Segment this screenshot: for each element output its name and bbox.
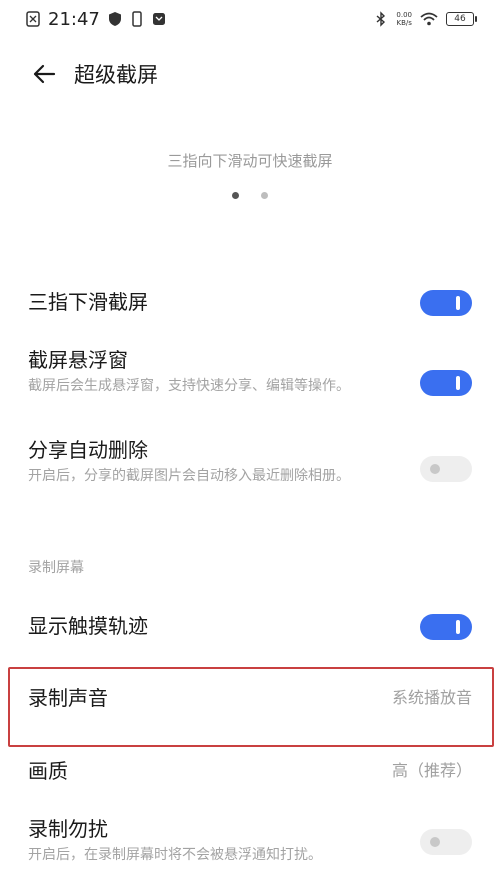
toggle-knob [456,296,460,310]
setting-floating-window[interactable]: 截屏悬浮窗 截屏后会生成悬浮窗，支持快速分享、编辑等操作。 [28,346,472,396]
record-sound-value: 系统播放音 [391,688,472,707]
dnd-toggle[interactable] [420,829,472,855]
toggle-knob [456,620,460,634]
setting-three-finger[interactable]: 三指下滑截屏 [28,288,472,316]
setting-title: 分享自动删除 [28,438,148,462]
setting-title: 画质 [28,759,68,783]
battery-icon: 46 [446,12,477,26]
setting-record-sound[interactable]: 录制声音 系统播放音 [28,684,472,712]
net-speed: 0.00 KB/s [396,11,412,27]
phone-icon [132,11,142,27]
floating-window-toggle[interactable] [420,370,472,396]
page-title: 超级截屏 [74,63,158,87]
show-touch-toggle[interactable] [420,614,472,640]
shield-icon [108,12,121,26]
setting-title: 录制勿扰 [28,817,108,841]
setting-title: 截屏悬浮窗 [28,348,128,372]
status-time: 21:47 [48,8,100,30]
carousel-dot[interactable] [232,192,239,199]
status-left: 21:47 [26,9,166,30]
setting-quality[interactable]: 画质 高（推荐） [28,757,472,785]
setting-description: 截屏后会生成悬浮窗，支持快速分享、编辑等操作。 [28,378,350,394]
setting-title: 三指下滑截屏 [28,290,148,314]
notification-icon [26,11,40,27]
toggle-knob [456,376,460,390]
setting-show-touch[interactable]: 显示触摸轨迹 [28,612,472,640]
message-icon [152,13,165,25]
quality-value: 高（推荐） [391,761,472,780]
status-right: 0.00 KB/s 46 [374,11,477,27]
setting-description: 开启后，分享的截屏图片会自动移入最近删除相册。 [28,468,350,484]
toggle-knob [430,464,440,474]
back-button[interactable] [24,54,64,94]
auto-delete-toggle[interactable] [420,456,472,482]
gesture-hint: 三指向下滑动可快速截屏 [167,152,333,170]
wifi-icon [420,12,438,26]
setting-title: 显示触摸轨迹 [28,614,148,638]
setting-dnd[interactable]: 录制勿扰 开启后，在录制屏幕时将不会被悬浮通知打扰。 [28,815,472,865]
setting-auto-delete[interactable]: 分享自动删除 开启后，分享的截屏图片会自动移入最近删除相册。 [28,436,472,486]
bluetooth-icon [376,11,386,27]
section-label-record: 录制屏幕 [28,560,84,576]
carousel-indicator [0,192,500,199]
toggle-knob [430,837,440,847]
arrow-left-icon [33,64,56,84]
status-bar: 21:47 0.00 KB/s 46 [0,0,500,38]
header: 超级截屏 [0,52,500,96]
setting-title: 录制声音 [28,686,108,710]
setting-description: 开启后，在录制屏幕时将不会被悬浮通知打扰。 [28,847,322,863]
carousel-dot[interactable] [261,192,268,199]
three-finger-toggle[interactable] [420,290,472,316]
